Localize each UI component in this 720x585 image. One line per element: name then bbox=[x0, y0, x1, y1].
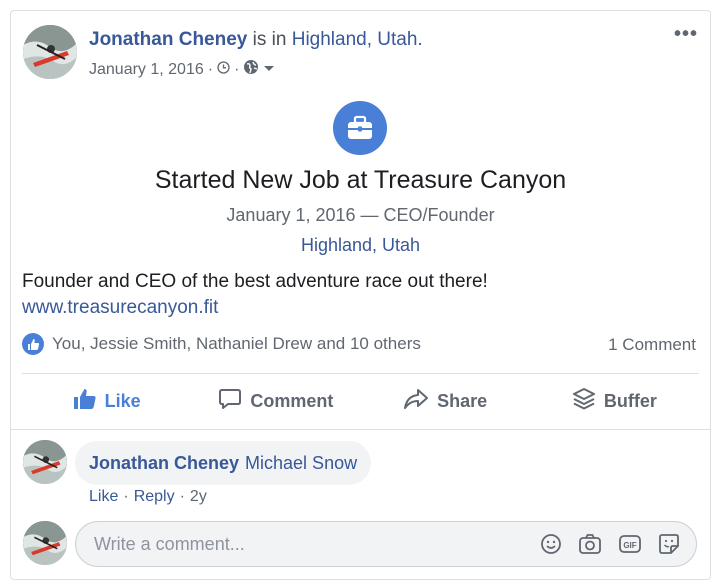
life-event-subtitle: January 1, 2016 — CEO/Founder bbox=[226, 205, 495, 225]
thumbs-up-icon bbox=[73, 388, 97, 415]
life-event-location[interactable]: Highland, Utah bbox=[11, 235, 710, 256]
clock-icon bbox=[217, 60, 230, 79]
emoji-icon[interactable] bbox=[540, 533, 562, 555]
post-card: Jonathan Cheney is in Highland, Utah. Ja… bbox=[10, 10, 711, 580]
more-options-button[interactable]: ••• bbox=[674, 23, 698, 46]
camera-icon[interactable] bbox=[578, 533, 602, 555]
share-button[interactable]: Share bbox=[361, 375, 530, 427]
comment-actions: Like · Reply · 2y bbox=[89, 488, 207, 506]
reactions-text: You, Jessie Smith, Nathaniel Drew and 10… bbox=[52, 334, 421, 353]
meta-separator-2: · bbox=[234, 60, 240, 78]
meta-separator: · bbox=[207, 60, 214, 78]
post-url-link[interactable]: www.treasurecanyon.fit bbox=[22, 295, 488, 321]
action-bar: Like Comment Share Buffer bbox=[22, 375, 699, 427]
briefcase-icon bbox=[333, 101, 387, 155]
author-name[interactable]: Jonathan Cheney bbox=[89, 29, 247, 50]
author-avatar[interactable] bbox=[23, 25, 77, 79]
post-text: Founder and CEO of the best adventure ra… bbox=[22, 271, 488, 292]
commenter-avatar[interactable] bbox=[23, 440, 67, 484]
like-reaction-icon bbox=[22, 333, 44, 355]
comment-tools: GIF bbox=[540, 533, 696, 555]
post-meta: January 1, 2016 · · bbox=[89, 59, 275, 80]
comment-icon bbox=[218, 387, 242, 416]
post-title-line: Jonathan Cheney is in Highland, Utah. bbox=[89, 29, 423, 51]
chevron-down-icon[interactable] bbox=[263, 61, 275, 79]
comment-separator-2: · bbox=[179, 488, 185, 505]
divider bbox=[22, 373, 699, 374]
buffer-button[interactable]: Buffer bbox=[530, 375, 699, 427]
comment-button[interactable]: Comment bbox=[191, 375, 360, 427]
post-date[interactable]: January 1, 2016 bbox=[89, 61, 204, 79]
write-comment-box: GIF bbox=[75, 521, 697, 567]
comment-tagged-user[interactable]: Michael Snow bbox=[245, 453, 357, 474]
comment-bubble: Jonathan Cheney Michael Snow bbox=[75, 441, 372, 485]
divider bbox=[11, 429, 710, 430]
comment-author[interactable]: Jonathan Cheney bbox=[89, 453, 239, 474]
comment-reply-link[interactable]: Reply bbox=[134, 488, 175, 506]
like-label: Like bbox=[104, 390, 141, 411]
comment-count[interactable]: 1 Comment bbox=[608, 335, 696, 355]
gif-icon[interactable]: GIF bbox=[618, 533, 642, 555]
current-user-avatar[interactable] bbox=[23, 521, 67, 565]
post-location-link[interactable]: Highland, Utah. bbox=[292, 29, 423, 50]
buffer-icon bbox=[572, 387, 596, 416]
life-event-title: Started New Job at Treasure Canyon bbox=[154, 166, 567, 194]
comment-like-link[interactable]: Like bbox=[89, 488, 118, 506]
comment-separator: · bbox=[123, 488, 129, 505]
like-button[interactable]: Like bbox=[22, 375, 191, 427]
share-label: Share bbox=[437, 390, 488, 411]
svg-text:GIF: GIF bbox=[623, 541, 636, 550]
comment-input[interactable] bbox=[94, 533, 540, 555]
buffer-label: Buffer bbox=[603, 390, 657, 411]
comment-label: Comment bbox=[250, 390, 334, 411]
is-in-text: is in bbox=[252, 29, 287, 50]
globe-icon[interactable] bbox=[243, 59, 259, 80]
share-icon bbox=[403, 388, 429, 415]
post-body: Founder and CEO of the best adventure ra… bbox=[22, 269, 488, 321]
comment-age[interactable]: 2y bbox=[190, 488, 207, 506]
sticker-icon[interactable] bbox=[658, 533, 680, 555]
reactions-summary[interactable]: You, Jessie Smith, Nathaniel Drew and 10… bbox=[22, 333, 421, 355]
